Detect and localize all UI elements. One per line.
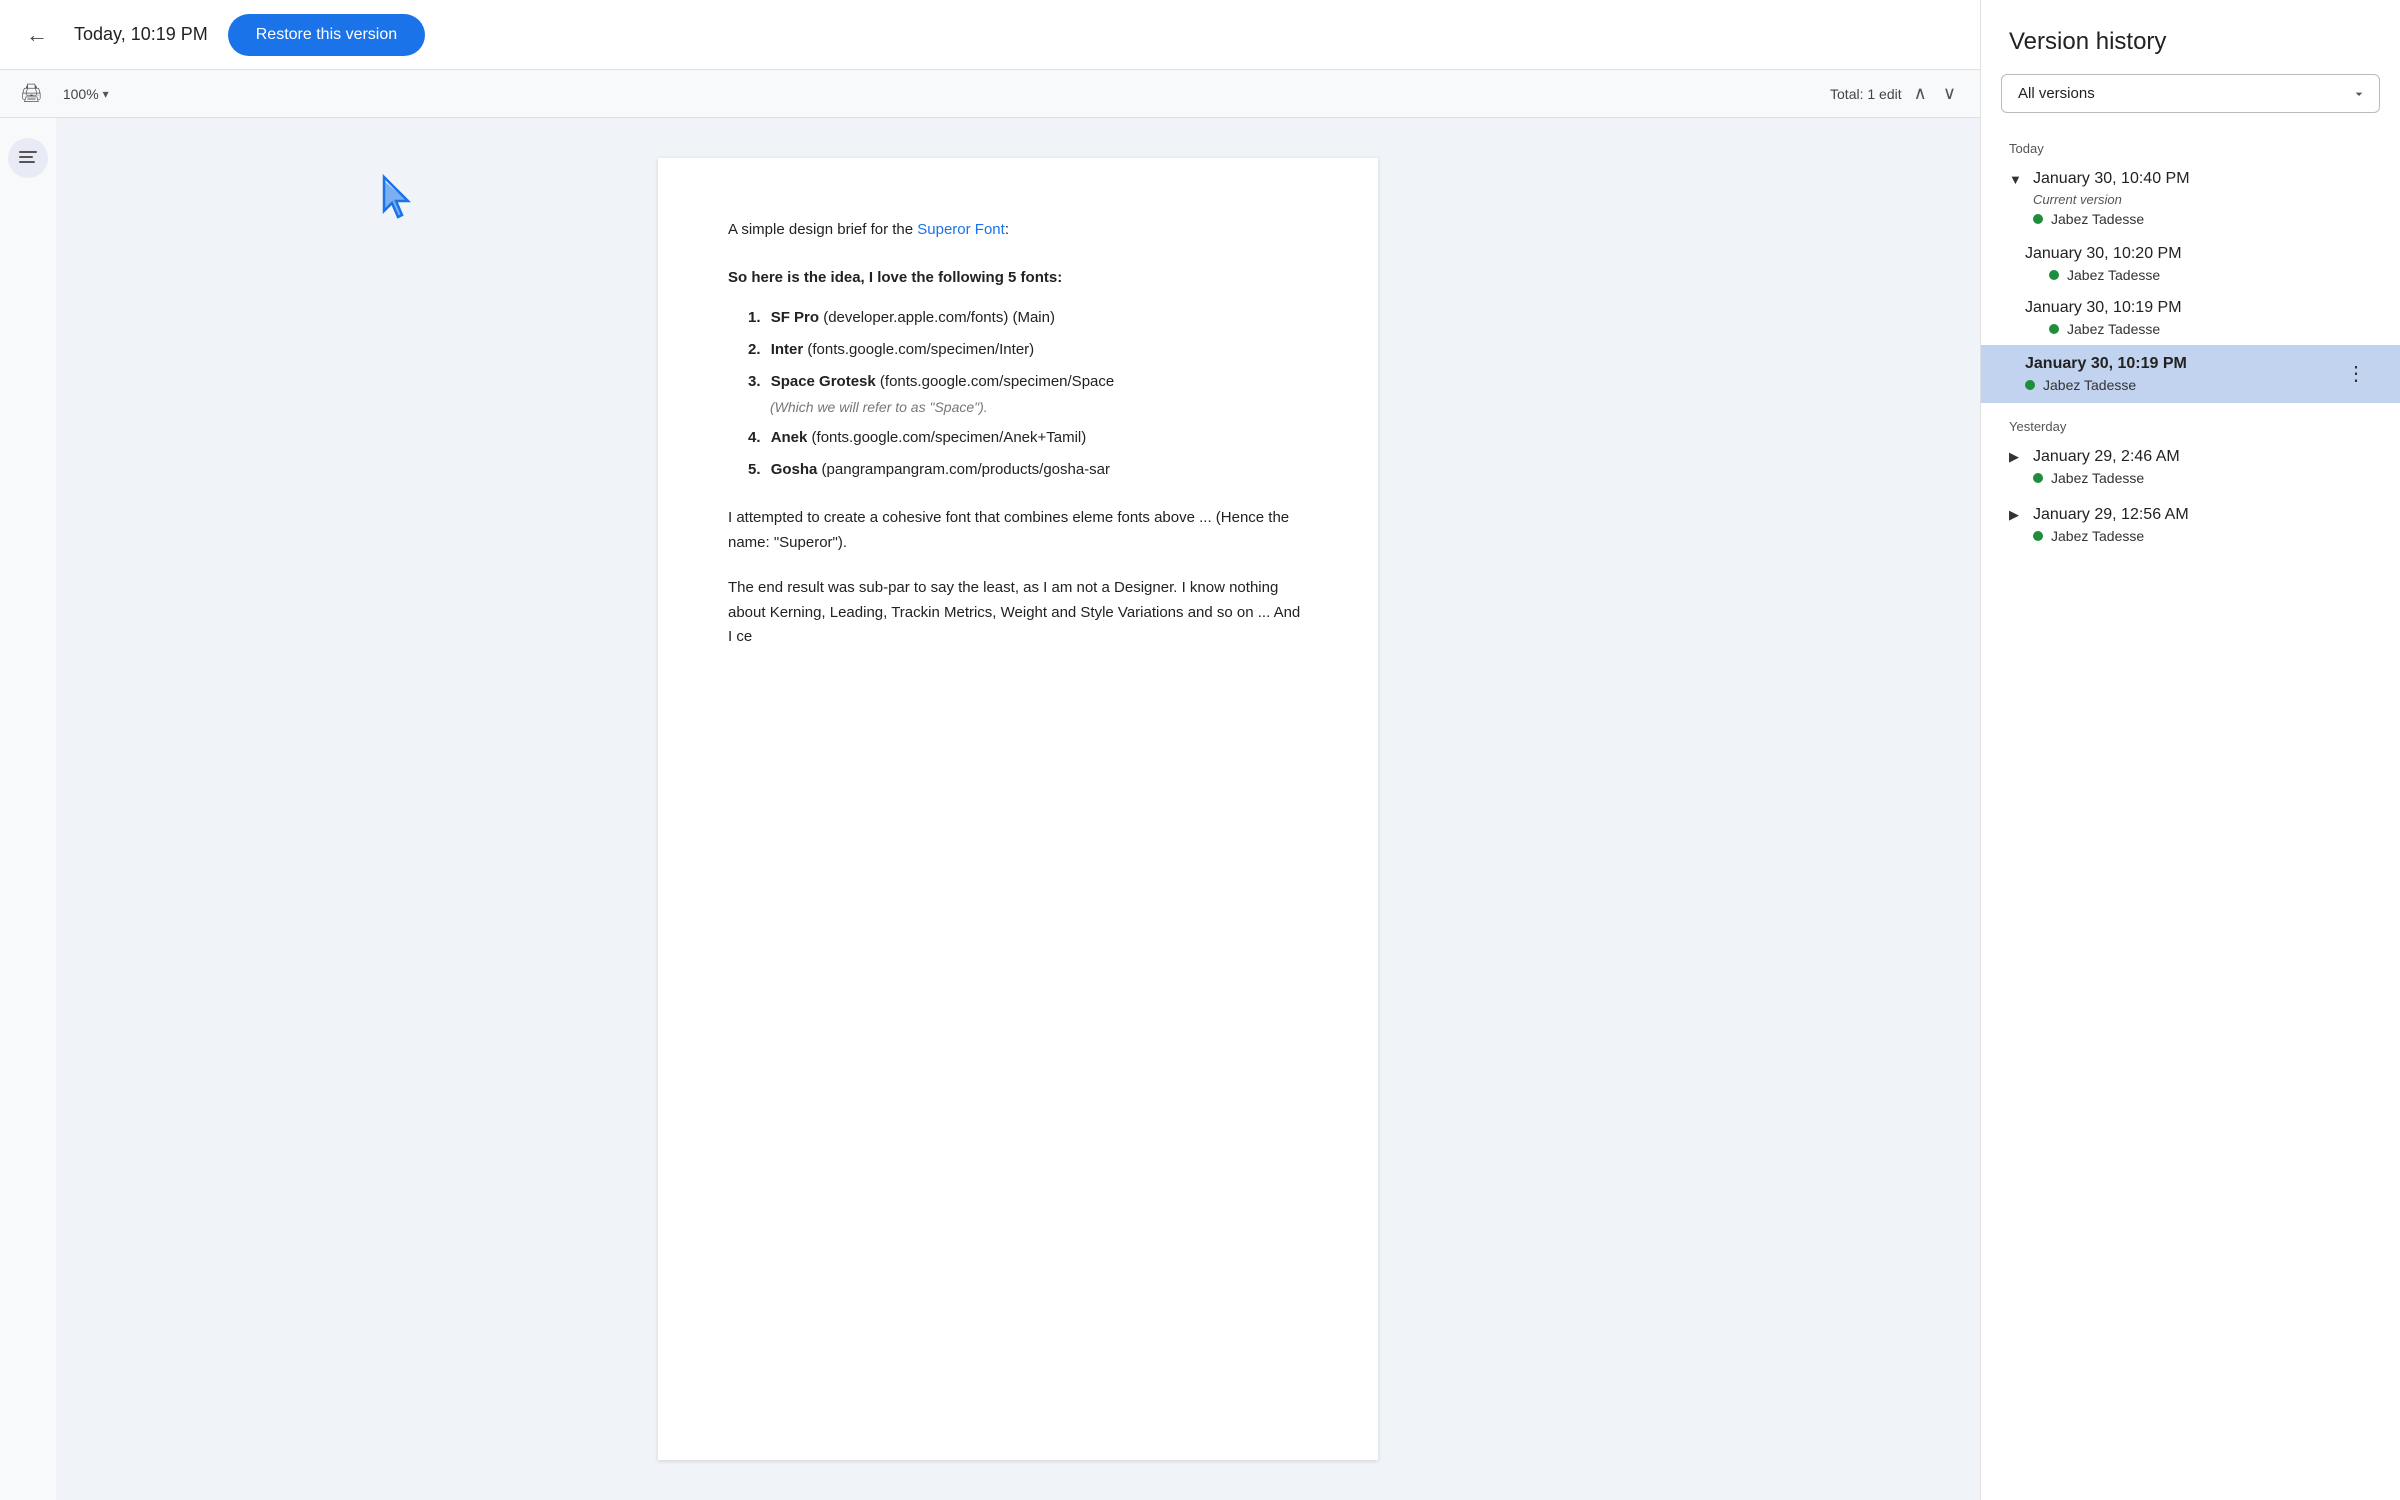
version-item-jan29-1256[interactable]: ▶ January 29, 12:56 AM Jabez Tadesse xyxy=(1981,496,2400,554)
zoom-value: 100% xyxy=(63,86,99,102)
outline-button[interactable] xyxy=(8,138,48,178)
version-user-row: Jabez Tadesse xyxy=(2049,267,2372,283)
version-group-jan30: ▼ January 30, 10:40 PM Current version J… xyxy=(1981,160,2400,403)
doc-font-list: 1. SF Pro (developer.apple.com/fonts) (M… xyxy=(728,306,1308,482)
list-item: 4. Anek (fonts.google.com/specimen/Anek+… xyxy=(748,426,1308,450)
version-history-sidebar: Version history All versions Named versi… xyxy=(1980,0,2400,1500)
doc-para2: The end result was sub-par to say the le… xyxy=(728,576,1308,650)
yesterday-label: Yesterday xyxy=(1981,411,2400,438)
user-dot-icon xyxy=(2049,324,2059,334)
restore-button[interactable]: Restore this version xyxy=(228,14,425,56)
list-item: 2. Inter (fonts.google.com/specimen/Inte… xyxy=(748,338,1308,362)
version-user-row: Jabez Tadesse xyxy=(2049,321,2372,337)
today-label: Today xyxy=(1981,133,2400,160)
doc-scroll-area[interactable]: A simple design brief for the Superor Fo… xyxy=(56,118,1980,1500)
toolbar: 🖨 100% ▾ Total: 1 edit ∧ ∨ xyxy=(0,70,1980,118)
user-dot-icon xyxy=(2049,270,2059,280)
chevron-right-icon: ▶ xyxy=(2009,449,2025,465)
doc-para1: I attempted to create a cohesive font th… xyxy=(728,506,1308,556)
version-filter-select[interactable]: All versions Named versions xyxy=(2001,74,2380,113)
user-dot-icon xyxy=(2033,473,2043,483)
superor-font-link[interactable]: Superor Font xyxy=(917,221,1005,238)
version-more-options-button[interactable]: ⋮ xyxy=(2340,362,2372,386)
current-version-date: Today, 10:19 PM xyxy=(74,24,208,45)
doc-sidebar xyxy=(0,118,56,1500)
version-user-row: Jabez Tadesse xyxy=(2033,470,2372,486)
back-button[interactable]: ← xyxy=(20,16,54,54)
nav-up-button[interactable]: ∧ xyxy=(1910,79,1931,108)
version-item-jan29-246[interactable]: ▶ January 29, 2:46 AM Jabez Tadesse xyxy=(1981,438,2400,496)
list-item: 3. Space Grotesk (fonts.google.com/speci… xyxy=(748,370,1308,418)
sidebar-title: Version history xyxy=(1981,0,2400,74)
document-page: A simple design brief for the Superor Fo… xyxy=(658,158,1378,1460)
current-version-label: Current version xyxy=(2033,192,2372,207)
version-item-header: ▼ January 30, 10:40 PM xyxy=(2009,170,2372,188)
user-dot-icon xyxy=(2025,380,2035,390)
zoom-dropdown-icon: ▾ xyxy=(103,87,109,101)
doc-heading: So here is the idea, I love the followin… xyxy=(728,266,1308,290)
version-item-jan30-1019b-selected[interactable]: January 30, 10:19 PM Jabez Tadesse ⋮ xyxy=(1981,345,2400,403)
doc-intro: A simple design brief for the Superor Fo… xyxy=(728,218,1308,242)
user-dot-icon xyxy=(2033,531,2043,541)
version-item-jan30-1019a[interactable]: January 30, 10:19 PM Jabez Tadesse xyxy=(1981,291,2400,345)
version-user-row: Jabez Tadesse xyxy=(2033,528,2372,544)
zoom-control[interactable]: 100% ▾ xyxy=(55,82,117,106)
list-item: 1. SF Pro (developer.apple.com/fonts) (M… xyxy=(748,306,1308,330)
doc-area: A simple design brief for the Superor Fo… xyxy=(0,118,1980,1500)
nav-down-button[interactable]: ∨ xyxy=(1939,79,1960,108)
top-bar: ← Today, 10:19 PM Restore this version xyxy=(0,0,1980,70)
list-item: 5. Gosha (pangrampangram.com/products/go… xyxy=(748,458,1308,482)
version-user-row: Jabez Tadesse xyxy=(2033,211,2372,227)
version-item-jan30-1040[interactable]: ▼ January 30, 10:40 PM Current version J… xyxy=(1981,160,2400,237)
chevron-right-icon: ▶ xyxy=(2009,507,2025,523)
user-dot-icon xyxy=(2033,214,2043,224)
version-item-jan30-1020[interactable]: January 30, 10:20 PM Jabez Tadesse xyxy=(1981,237,2400,291)
version-user-row: Jabez Tadesse xyxy=(2025,377,2340,393)
pointer-cursor-icon xyxy=(376,173,420,234)
edit-count: Total: 1 edit ∧ ∨ xyxy=(1830,79,1960,108)
version-list: Today ▼ January 30, 10:40 PM Current ver… xyxy=(1981,133,2400,1500)
print-icon[interactable]: 🖨 xyxy=(20,83,43,104)
chevron-down-icon: ▼ xyxy=(2009,172,2025,187)
version-filter-container: All versions Named versions xyxy=(2001,74,2380,113)
